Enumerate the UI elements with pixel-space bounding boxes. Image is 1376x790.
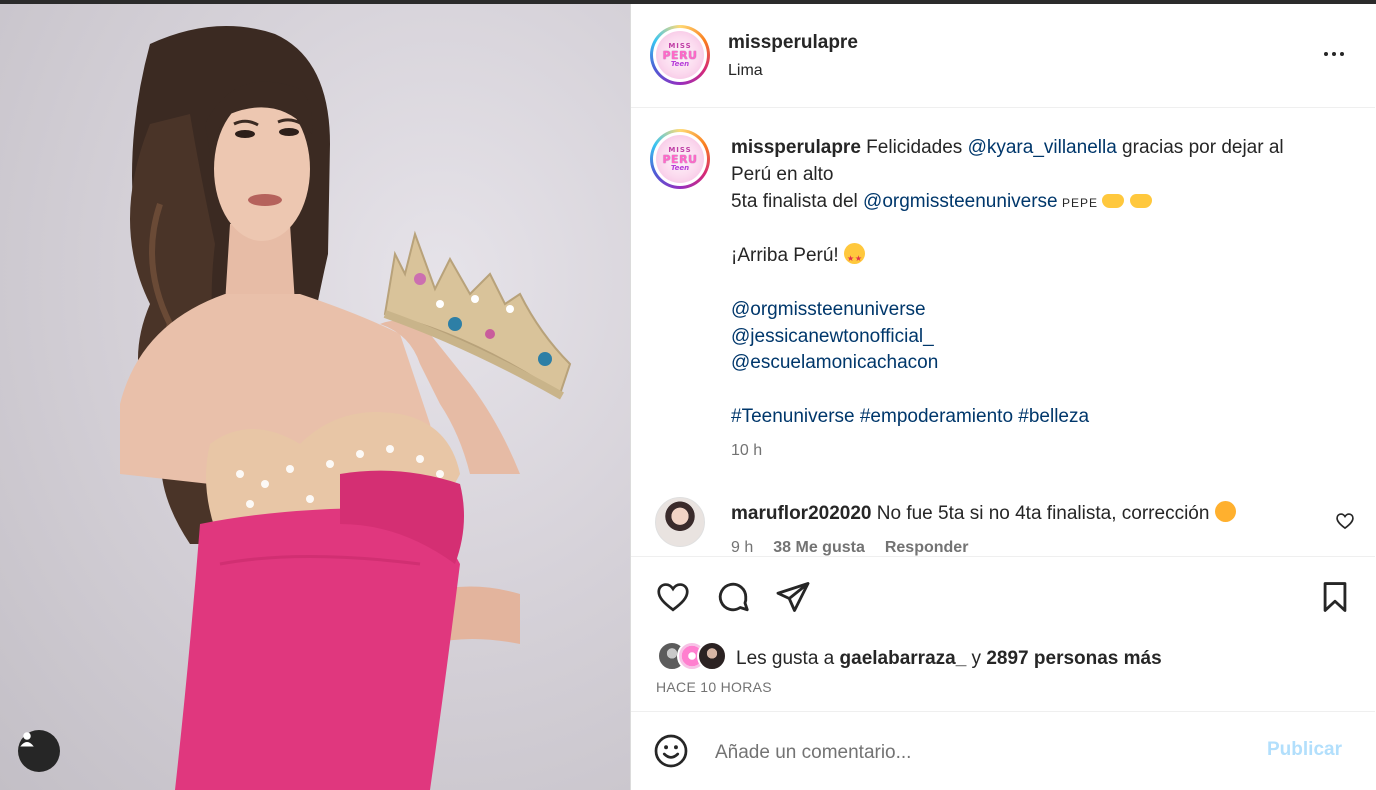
mention-link[interactable]: @escuelamonicachacon <box>731 350 1331 377</box>
star-struck-emoji-icon <box>843 243 865 273</box>
miss-peru-logo: MISS PERU Teen <box>656 31 704 79</box>
heart-hands-emoji-icon <box>1102 193 1125 208</box>
hugging-emoji-icon <box>1214 501 1236 522</box>
likes-prefix: Les gusta a <box>736 648 840 669</box>
caption-timestamp[interactable]: 10 h <box>731 442 762 460</box>
comment-timestamp[interactable]: 9 h <box>731 539 753 556</box>
post-date[interactable]: HACE 10 HORAS <box>656 679 772 695</box>
mention-link[interactable]: @orgmissteenuniverse <box>863 191 1058 212</box>
caption-author-avatar[interactable]: MISS PERU Teen <box>650 129 710 189</box>
reply-button[interactable]: Responder <box>885 539 969 556</box>
comment-likes[interactable]: 38 Me gusta <box>773 539 865 556</box>
commenter-avatar[interactable] <box>655 497 705 547</box>
comment-icon <box>718 582 749 612</box>
liker-avatar <box>697 641 727 671</box>
post-photo-illustration <box>120 26 572 790</box>
author-username[interactable]: missperulapre <box>728 32 858 54</box>
publish-comment-button[interactable]: Publicar <box>1267 739 1342 761</box>
liker-username[interactable]: gaelabarraza_ <box>840 648 967 669</box>
caption-username[interactable]: missperulapre <box>731 137 861 158</box>
logo-line-2: PERU <box>662 48 698 62</box>
logo-line-3: Teen <box>670 59 690 68</box>
caption-text: ¡Arriba Perú! <box>731 245 844 267</box>
post-location[interactable]: Lima <box>728 62 763 80</box>
bookmark-icon <box>1323 582 1347 612</box>
emoji-picker-button[interactable] <box>653 733 693 773</box>
mention-link[interactable]: @kyara_villanella <box>968 137 1117 158</box>
likes-summary: Les gusta a gaelabarraza_ y 2897 persona… <box>736 648 1162 670</box>
miss-peru-logo: MISS PERU Teen <box>656 135 704 183</box>
share-button[interactable] <box>773 577 813 617</box>
post-caption: missperulapre Felicidades @kyara_villane… <box>731 135 1331 431</box>
comments-section[interactable]: MISS PERU Teen missperulapre Felicidades… <box>631 109 1375 556</box>
more-options-button[interactable] <box>1319 42 1349 66</box>
like-button[interactable] <box>653 577 693 617</box>
save-button[interactable] <box>1315 577 1355 617</box>
comment-heart-icon[interactable] <box>1335 511 1355 531</box>
emoji-icon <box>654 734 688 768</box>
likes-count[interactable]: 2897 personas más <box>986 648 1161 669</box>
caption-text: 5ta finalista del <box>731 190 864 212</box>
user-tags-button[interactable] <box>18 730 60 772</box>
flag-text: PEPE <box>1057 195 1103 210</box>
comment-meta: 9 h 38 Me gusta Responder <box>731 539 968 556</box>
post-actions: Les gusta a gaelabarraza_ y 2897 persona… <box>631 556 1375 712</box>
comment-body: No fue 5ta si no 4ta finalista, correcci… <box>871 503 1215 524</box>
liker-avatars[interactable] <box>657 641 733 671</box>
mention-link[interactable]: @jessicanewtonofficial_ <box>731 324 1331 351</box>
caption-text: gracias por dejar al <box>1116 137 1284 158</box>
more-icon <box>1324 52 1328 56</box>
likes-middle: y <box>966 648 987 669</box>
post-header: MISS PERU Teen missperulapre Lima <box>631 4 1375 108</box>
caption-text: Felicidades <box>860 137 968 158</box>
comment: maruflor202020 No fue 5ta si no 4ta fina… <box>731 501 1321 525</box>
logo-line-3: Teen <box>670 163 690 172</box>
post-image[interactable] <box>0 4 630 790</box>
post-side-panel: MISS PERU Teen missperulapre Lima MISS P… <box>630 4 1375 790</box>
profile-icon <box>20 732 34 747</box>
caption-line: Perú en alto <box>731 163 834 185</box>
comment-compose: Publicar <box>631 713 1375 790</box>
logo-line-2: PERU <box>662 152 698 166</box>
author-avatar[interactable]: MISS PERU Teen <box>650 25 710 85</box>
hashtags[interactable]: #Teenuniverse #empoderamiento #belleza <box>731 404 1331 431</box>
heart-hands-emoji-icon <box>1129 193 1152 208</box>
share-icon <box>776 582 810 612</box>
commenter-username[interactable]: maruflor202020 <box>731 503 871 524</box>
heart-icon <box>657 583 689 612</box>
comment-button[interactable] <box>713 577 753 617</box>
comment-input[interactable] <box>715 735 1255 771</box>
mention-link[interactable]: @orgmissteenuniverse <box>731 297 1331 324</box>
